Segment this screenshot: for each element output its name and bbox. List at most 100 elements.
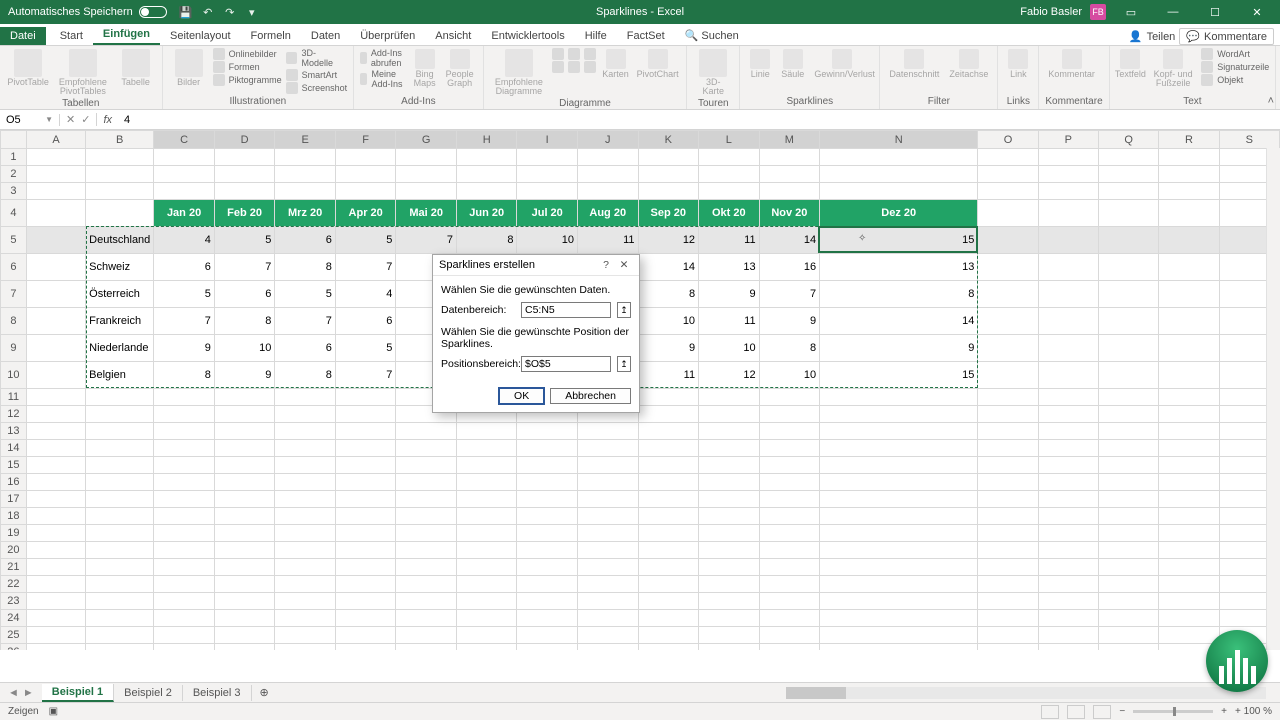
col-header-N[interactable]: N <box>820 131 978 149</box>
col-header-D[interactable]: D <box>214 131 275 149</box>
cell-Q18[interactable] <box>1098 508 1158 525</box>
ribbon-display-icon[interactable]: ▭ <box>1114 6 1148 19</box>
cell-R17[interactable] <box>1159 491 1219 508</box>
pivotchart-button[interactable]: PivotChart <box>635 48 680 80</box>
recommended-charts-button[interactable]: Empfohlene Diagramme <box>490 48 548 98</box>
cell-H4[interactable]: Jun 20 <box>456 200 517 227</box>
tab-daten[interactable]: Daten <box>301 27 350 45</box>
cell-P8[interactable] <box>1038 308 1098 335</box>
cell-O13[interactable] <box>978 423 1038 440</box>
cell-L16[interactable] <box>699 474 760 491</box>
cell-P16[interactable] <box>1038 474 1098 491</box>
cell-A13[interactable] <box>26 423 85 440</box>
cell-K2[interactable] <box>638 166 699 183</box>
cell-G23[interactable] <box>396 593 457 610</box>
cell-C19[interactable] <box>154 525 215 542</box>
cell-F8[interactable]: 6 <box>335 308 396 335</box>
cell-R10[interactable] <box>1159 362 1219 389</box>
cell-O20[interactable] <box>978 542 1038 559</box>
cell-L22[interactable] <box>699 576 760 593</box>
cell-J3[interactable] <box>577 183 638 200</box>
cell-E10[interactable]: 8 <box>275 362 336 389</box>
smartart-button[interactable]: SmartArt <box>286 69 348 81</box>
pictures-button[interactable]: Bilder <box>169 48 209 88</box>
cell-H19[interactable] <box>456 525 517 542</box>
cell-B1[interactable] <box>86 149 154 166</box>
cell-J14[interactable] <box>577 440 638 457</box>
cell-A6[interactable] <box>26 254 85 281</box>
icons-button[interactable]: Piktogramme <box>213 74 282 86</box>
cell-N20[interactable] <box>820 542 978 559</box>
cell-N12[interactable] <box>820 406 978 423</box>
enter-formula-icon[interactable]: ✓ <box>81 113 90 126</box>
cell-B20[interactable] <box>86 542 154 559</box>
cell-O5[interactable] <box>978 227 1038 254</box>
cell-G22[interactable] <box>396 576 457 593</box>
chart-type-icon[interactable] <box>552 48 564 60</box>
cell-K13[interactable] <box>638 423 699 440</box>
cell-M11[interactable] <box>759 389 820 406</box>
cell-M1[interactable] <box>759 149 820 166</box>
cell-H24[interactable] <box>456 610 517 627</box>
cell-I2[interactable] <box>517 166 577 183</box>
cell-M16[interactable] <box>759 474 820 491</box>
cell-R23[interactable] <box>1159 593 1219 610</box>
textbox-button[interactable]: Textfeld <box>1116 48 1145 80</box>
cell-H23[interactable] <box>456 593 517 610</box>
cell-P7[interactable] <box>1038 281 1098 308</box>
cell-P25[interactable] <box>1038 627 1098 644</box>
cell-P2[interactable] <box>1038 166 1098 183</box>
cell-E18[interactable] <box>275 508 336 525</box>
cell-A20[interactable] <box>26 542 85 559</box>
cell-F6[interactable]: 7 <box>335 254 396 281</box>
cell-K1[interactable] <box>638 149 699 166</box>
chart-type-icon[interactable] <box>552 61 564 73</box>
cell-M9[interactable]: 8 <box>759 335 820 362</box>
cell-O7[interactable] <box>978 281 1038 308</box>
cell-F19[interactable] <box>335 525 396 542</box>
cell-C7[interactable]: 5 <box>154 281 215 308</box>
row-header-18[interactable]: 18 <box>1 508 27 525</box>
cell-K20[interactable] <box>638 542 699 559</box>
sparkline-line-button[interactable]: Linie <box>746 48 774 80</box>
cell-D5[interactable]: 5 <box>214 227 275 254</box>
cell-C2[interactable] <box>154 166 215 183</box>
cell-I26[interactable] <box>517 644 577 651</box>
chart-type-icon[interactable] <box>568 61 580 73</box>
cell-P20[interactable] <box>1038 542 1098 559</box>
cell-R13[interactable] <box>1159 423 1219 440</box>
cell-D15[interactable] <box>214 457 275 474</box>
cell-Q4[interactable] <box>1098 200 1158 227</box>
cell-F10[interactable]: 7 <box>335 362 396 389</box>
cell-F20[interactable] <box>335 542 396 559</box>
cancel-button[interactable]: Abbrechen <box>550 388 631 404</box>
cell-I14[interactable] <box>517 440 577 457</box>
sparkline-winloss-button[interactable]: Gewinn/Verlust <box>811 48 873 80</box>
cell-A12[interactable] <box>26 406 85 423</box>
cell-I13[interactable] <box>517 423 577 440</box>
cell-O22[interactable] <box>978 576 1038 593</box>
cell-F26[interactable] <box>335 644 396 651</box>
cell-P3[interactable] <box>1038 183 1098 200</box>
cell-R19[interactable] <box>1159 525 1219 542</box>
cell-H16[interactable] <box>456 474 517 491</box>
cell-A2[interactable] <box>26 166 85 183</box>
cell-J16[interactable] <box>577 474 638 491</box>
cell-H13[interactable] <box>456 423 517 440</box>
cell-D7[interactable]: 6 <box>214 281 275 308</box>
cell-I5[interactable]: 10 <box>517 227 577 254</box>
row-header-25[interactable]: 25 <box>1 627 27 644</box>
cell-I4[interactable]: Jul 20 <box>517 200 577 227</box>
cell-I23[interactable] <box>517 593 577 610</box>
cell-D14[interactable] <box>214 440 275 457</box>
cell-A10[interactable] <box>26 362 85 389</box>
dialog-close-icon[interactable]: ✕ <box>615 259 633 271</box>
cell-L24[interactable] <box>699 610 760 627</box>
cell-L21[interactable] <box>699 559 760 576</box>
cell-K14[interactable] <box>638 440 699 457</box>
cell-D21[interactable] <box>214 559 275 576</box>
cell-E20[interactable] <box>275 542 336 559</box>
cell-O1[interactable] <box>978 149 1038 166</box>
cell-M5[interactable]: 14 <box>759 227 820 254</box>
cell-N11[interactable] <box>820 389 978 406</box>
